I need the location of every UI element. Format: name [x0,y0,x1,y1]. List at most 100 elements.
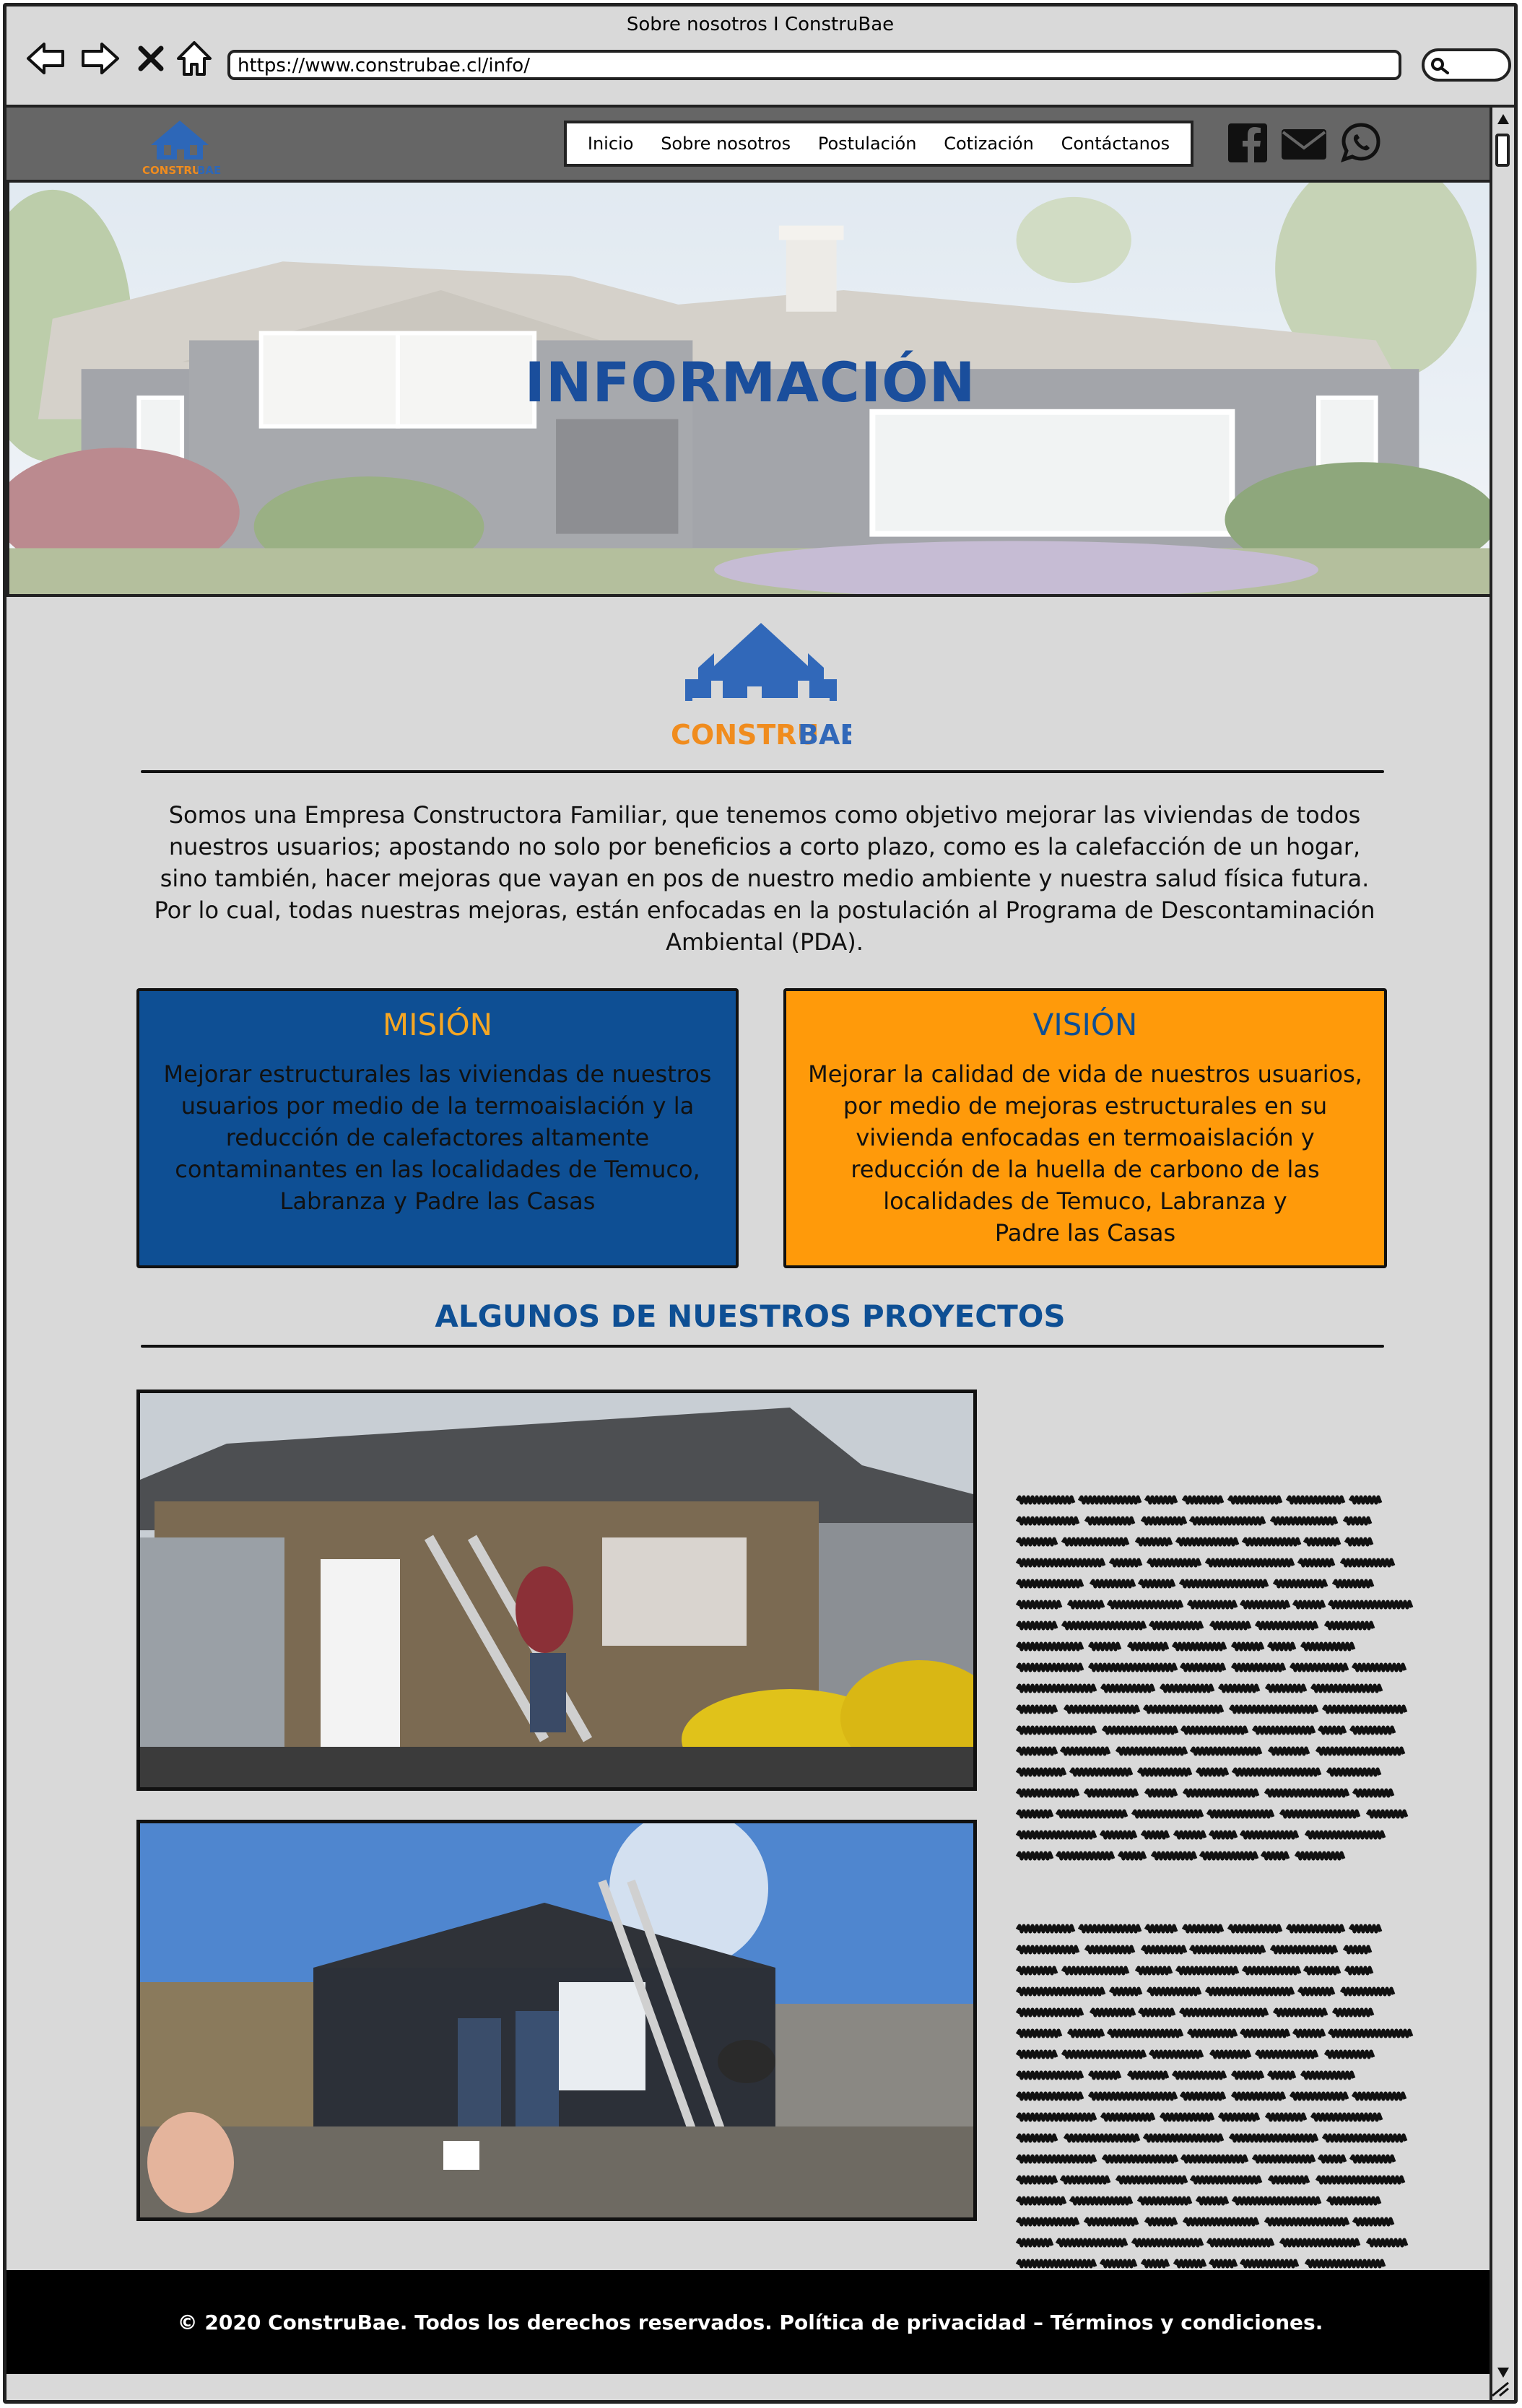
scribble-word [1101,1725,1179,1735]
vision-title: VISIÓN [1032,1007,1138,1042]
scribble-word [1077,1495,1142,1505]
scribble-word [1084,1516,1136,1526]
scribble-word [1279,1809,1361,1819]
email-link[interactable] [1280,121,1328,164]
scribble-word [1300,2070,1356,2080]
scribble-word [1015,1809,1054,1819]
scribble-word [1126,2070,1170,2080]
scribble-word [1015,2154,1097,2164]
scribble-word [1179,1662,1227,1672]
scribble-word [1303,1537,1341,1547]
scribble-word [1063,2133,1141,2143]
window-title: Sobre nosotros I ConstruBae [626,14,895,35]
scribble-word [1063,1704,1141,1714]
scribble-word [1182,1788,1260,1798]
hero-banner: INFORMACIÓN [6,183,1494,597]
stop-button[interactable] [135,38,167,79]
scribble-word [1195,1767,1230,1777]
mision-line: contaminantes en las localidades de Temu… [175,1156,700,1183]
scribble-word [1015,1579,1084,1589]
forward-button[interactable] [79,38,122,79]
placeholder-text-2 [1014,1921,1419,2308]
back-button[interactable] [24,38,67,79]
scroll-down-icon[interactable] [1497,2367,1510,2378]
scribble-word [1327,1600,1414,1610]
scribble-word [1069,2196,1134,2206]
resize-grip-icon[interactable] [1490,2380,1511,2397]
scribble-word [1015,2217,1080,2227]
scribble-word [1266,2070,1297,2080]
site-header: CONSTRU BAE Inicio Sobre nosotros Postul… [6,108,1494,183]
scribble-word [1208,2259,1238,2269]
scribble-word [1015,1620,1058,1631]
whatsapp-link[interactable] [1339,121,1383,164]
scribble-word [1315,1746,1406,1756]
scribble-word [1015,2049,1058,2059]
mision-line: Mejorar estructurales las viviendas de n… [163,1060,712,1088]
scribble-word [1321,2133,1408,2143]
scribble-word [1292,2028,1326,2038]
scribble-word [1180,2154,1249,2164]
scribble-word [1148,2049,1204,2059]
scribble-word [1099,2259,1138,2269]
scribble-word [1349,1725,1396,1735]
menu-item-postulacion[interactable]: Postulación [818,134,917,154]
scribble-word [1015,2259,1097,2269]
home-button[interactable] [174,38,214,79]
scribble-word [1175,1537,1240,1547]
scribble-word [1171,2070,1227,2080]
scribble-word [1342,1516,1373,1526]
scribble-word [1352,2217,1395,2227]
scribble-word [1230,1641,1265,1652]
browser-search[interactable] [1422,48,1511,82]
vertical-scrollbar[interactable] [1490,108,1514,2400]
scribble-word [1144,1924,1178,1934]
project-photo-2 [136,1820,977,2221]
scribble-word [1182,2217,1260,2227]
scribble-word [1173,1830,1207,1840]
site-logo[interactable]: CONSTRU BAE [136,112,223,178]
scribble-word [1327,2028,1414,2038]
scribble-word [1015,2007,1084,2017]
scribble-word [1204,1986,1295,1997]
scribble-word [1115,2175,1188,2185]
scribble-word [1015,1767,1067,1777]
scribble-word [1217,1683,1261,1693]
scribble-word [1264,2217,1350,2227]
scribble-word [1188,1516,1266,1526]
scribble-word [1089,2007,1136,2017]
scribble-word [1087,1641,1122,1652]
scribble-word [1055,1809,1129,1819]
vision-line: vivienda enfocadas en termoaislación y [856,1124,1315,1151]
mision-line: reducción de calefactores altamente [225,1124,650,1151]
facebook-link[interactable] [1227,121,1270,164]
scribble-word [1146,1558,1202,1568]
scribble-word [1175,1966,1240,1976]
intro-paragraph: Somos una Empresa Constructora Familiar,… [136,799,1393,958]
scribble-word [1300,1641,1356,1652]
mision-line: Labranza y Padre las Casas [279,1187,596,1215]
vision-line: por medio de mejoras estructurales en su [843,1092,1328,1120]
menu-item-inicio[interactable]: Inicio [588,134,634,154]
menu-item-cotizacion[interactable]: Cotización [944,134,1034,154]
address-bar[interactable]: https://www.construbae.cl/info/ [227,50,1401,80]
scribble-word [1069,1767,1134,1777]
scribble-word [1144,1495,1178,1505]
scribble-word [1140,1945,1188,1955]
scroll-thumb[interactable] [1495,134,1510,167]
scribble-word [1087,1662,1178,1672]
scribble-word [1055,1851,1116,1861]
scribble-word [1230,1662,1287,1672]
menu-item-sobre-nosotros[interactable]: Sobre nosotros [661,134,791,154]
divider [141,1345,1384,1348]
scribble-word [1015,1662,1084,1672]
scribble-word [1206,2238,1275,2248]
menu-item-contactanos[interactable]: Contáctanos [1061,134,1170,154]
scribble-word [1101,2154,1179,2164]
logo-text-construbae-2: BAE [197,164,221,177]
house-logo-icon: CONSTRU BAE [142,121,221,177]
scroll-up-icon[interactable] [1497,113,1510,125]
scribble-word [1066,2028,1105,2038]
scribble-word [1272,2007,1329,2017]
scribble-word [1015,2196,1067,2206]
